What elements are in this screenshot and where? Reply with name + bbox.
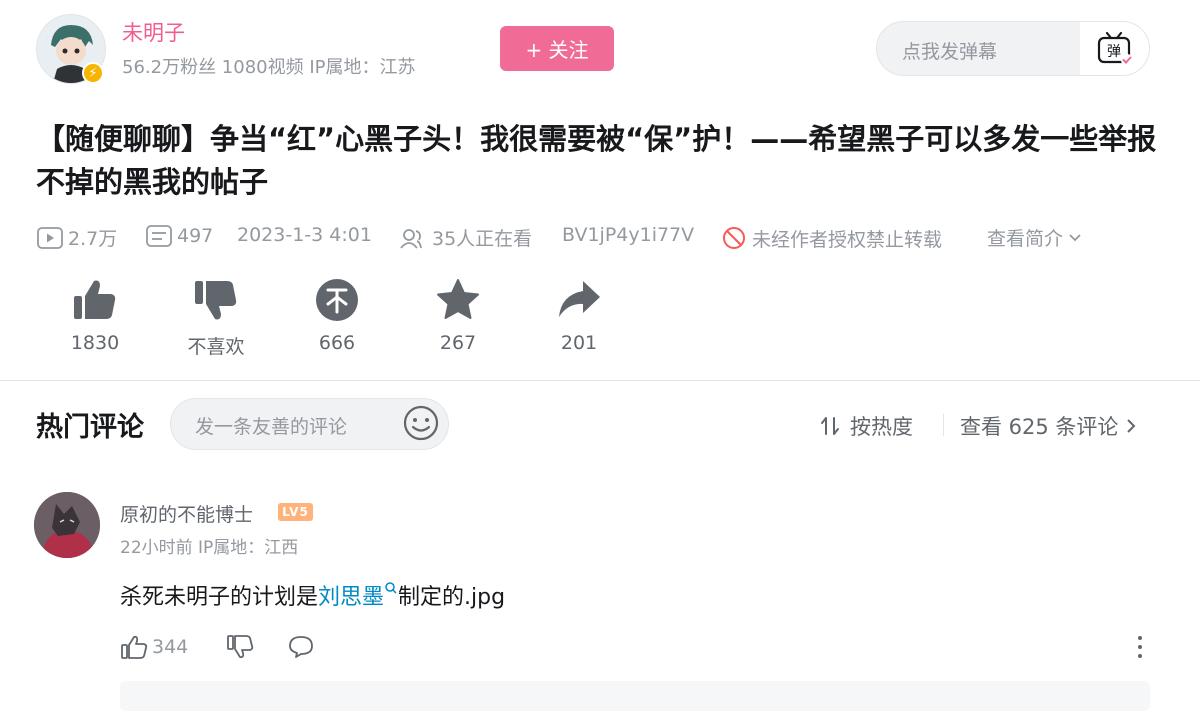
search-icon: [385, 582, 397, 594]
coin-icon: [316, 279, 358, 321]
sort-icon: [821, 417, 839, 435]
prohibited-icon: [723, 227, 745, 249]
share-button[interactable]: [555, 276, 603, 324]
coin-count: 666: [318, 332, 356, 354]
favorite-count: 267: [439, 332, 477, 354]
share-count: 201: [560, 332, 598, 354]
publish-datetime: 2023-1-3 4:01: [237, 224, 372, 246]
danmaku-count-text: 497: [177, 225, 214, 247]
sub-reply-area: [120, 681, 1150, 711]
thumbs-up-icon: [74, 280, 116, 319]
more-dot-icon: [1138, 636, 1142, 641]
author-name[interactable]: 未明子: [122, 17, 185, 47]
danmaku-count: 497: [145, 224, 213, 248]
chevron-down-icon: [1069, 233, 1081, 241]
bvid[interactable]: BV1jP4y1i77V: [562, 224, 694, 246]
header-separator: [943, 414, 944, 436]
hot-comments-title: 热门评论: [36, 412, 144, 443]
viewers-icon: [400, 228, 422, 249]
chevron-right-icon: [1127, 419, 1136, 433]
commenter-name[interactable]: 原初的不能博士: [120, 500, 253, 527]
watching-now-text: 35人正在看: [432, 228, 533, 250]
like-count: 1830: [70, 332, 120, 354]
view-all-comments-label: 查看 625 条评论: [960, 415, 1119, 439]
comment-text-before: 杀死未明子的计划是: [120, 585, 319, 610]
sort-by-hot-button[interactable]: 按热度: [820, 411, 913, 441]
coin-button[interactable]: [313, 276, 361, 324]
author-stats: 56.2万粉丝 1080视频 IP属地：江苏: [122, 57, 416, 78]
comment-text: 杀死未明子的计划是刘思墨 制定的.jpg: [120, 579, 505, 611]
view-all-comments-button[interactable]: 查看 625 条评论: [960, 411, 1138, 441]
favorite-button[interactable]: [434, 276, 482, 324]
video-title: 【随便聊聊】争当“红”心黑子头！我很需要被“保”护！——希望黑子可以多发一些举报…: [36, 122, 1157, 199]
comment-like-button[interactable]: 344: [120, 634, 188, 660]
view-intro-button[interactable]: 查看简介: [987, 224, 1083, 251]
sort-label: 按热度: [850, 415, 913, 439]
watching-now: 35人正在看: [398, 224, 532, 251]
dislike-label: 不喜欢: [187, 336, 245, 358]
danmaku-icon: 弹: [1097, 31, 1133, 66]
comment-more-button[interactable]: [1132, 634, 1148, 660]
thumbs-down-outline-icon: [227, 635, 254, 659]
follow-button[interactable]: + 关注: [500, 26, 614, 71]
view-count-text: 2.7万: [68, 228, 118, 250]
user-level-badge: LV5: [278, 503, 313, 521]
view-intro-label: 查看简介: [987, 228, 1064, 250]
more-dot-icon: [1138, 644, 1142, 649]
copyright-notice: 未经作者授权禁止转载: [720, 224, 942, 252]
emoji-button[interactable]: [402, 404, 440, 446]
smiley-icon: [403, 405, 439, 441]
dislike-button[interactable]: [192, 276, 240, 324]
danmaku-count-icon: [146, 225, 172, 247]
svg-text:弹: 弹: [1107, 44, 1121, 60]
comment-text-after: 制定的.jpg: [398, 585, 506, 610]
commenter-avatar[interactable]: [34, 492, 100, 558]
play-count-icon: [37, 226, 63, 249]
comment-dislike-button[interactable]: [226, 634, 254, 660]
more-dot-icon: [1138, 653, 1142, 658]
star-icon: [437, 279, 479, 319]
like-button[interactable]: [71, 276, 119, 324]
copyright-text: 未经作者授权禁止转载: [752, 228, 943, 251]
reply-bubble-icon: [289, 636, 313, 658]
comment-reply-button[interactable]: [287, 634, 315, 660]
view-count: 2.7万: [36, 224, 117, 251]
mention-link-text: 刘思墨: [318, 585, 385, 610]
thumbs-up-outline-icon: [121, 635, 148, 659]
mention-search-link[interactable]: 刘思墨: [318, 582, 398, 610]
section-divider: [0, 380, 1200, 381]
danmaku-toggle-button[interactable]: 弹: [1080, 22, 1149, 75]
comment-like-count: 344: [152, 636, 189, 658]
share-arrow-icon: [559, 281, 600, 317]
verified-lightning-icon: ⚡: [82, 62, 104, 84]
danmaku-placeholder: 点我发弹幕: [902, 41, 998, 63]
comment-meta: 22小时前 IP属地：江西: [120, 538, 299, 558]
comment-input-placeholder: 发一条友善的评论: [195, 416, 348, 438]
thumbs-down-icon: [195, 281, 237, 320]
